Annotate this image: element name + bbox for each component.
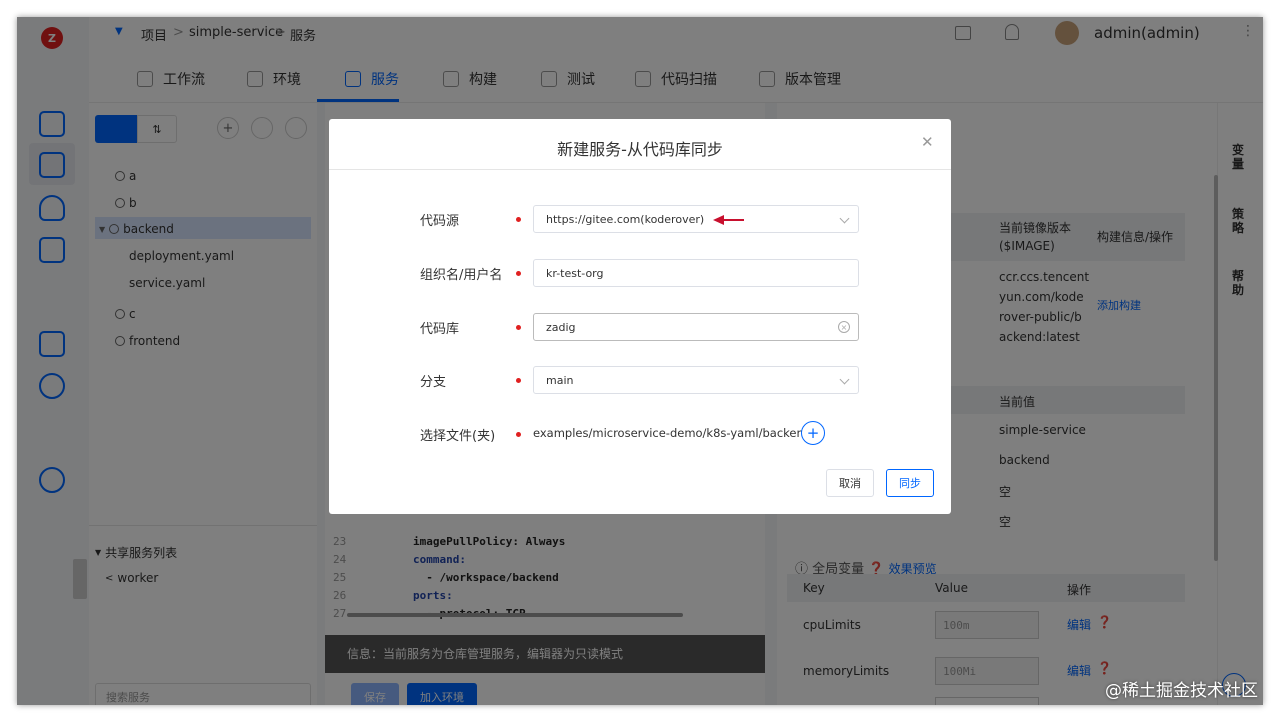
sync-button[interactable]: 同步	[886, 469, 934, 497]
code-source-label: 代码源	[420, 214, 460, 229]
branch-select[interactable]: main	[533, 366, 859, 394]
org-input[interactable]: kr-test-org	[533, 259, 859, 287]
red-arrow-icon	[713, 215, 744, 225]
required-dot	[516, 378, 521, 383]
clear-icon[interactable]: ×	[838, 321, 850, 333]
required-dot	[516, 432, 521, 437]
watermark: @稀土掘金技术社区	[1105, 681, 1258, 701]
required-dot	[516, 217, 521, 222]
repo-label: 代码库	[420, 322, 460, 337]
chevron-down-icon	[839, 374, 850, 385]
app-window: Z ▼ 项目 > simple-service > 服务 admin(admin…	[17, 17, 1263, 705]
branch-label: 分支	[420, 375, 447, 390]
dialog-title: 新建服务-从代码库同步	[557, 140, 723, 159]
new-service-dialog: 新建服务-从代码库同步 ✕ 代码源 https://gitee.com(kode…	[329, 119, 951, 514]
close-icon[interactable]: ✕	[921, 133, 934, 151]
required-dot	[516, 271, 521, 276]
repo-select[interactable]: zadig ×	[533, 313, 859, 341]
file-label: 选择文件(夹)	[420, 429, 496, 444]
required-dot	[516, 325, 521, 330]
cancel-button[interactable]: 取消	[826, 469, 874, 497]
dialog-divider	[329, 169, 951, 170]
chevron-down-icon	[839, 213, 850, 224]
file-path: examples/microservice-demo/k8s-yaml/back…	[533, 426, 812, 440]
add-file-icon[interactable]: +	[801, 421, 825, 445]
code-source-select[interactable]: https://gitee.com(koderover)	[533, 205, 859, 233]
org-label: 组织名/用户名	[420, 268, 503, 283]
